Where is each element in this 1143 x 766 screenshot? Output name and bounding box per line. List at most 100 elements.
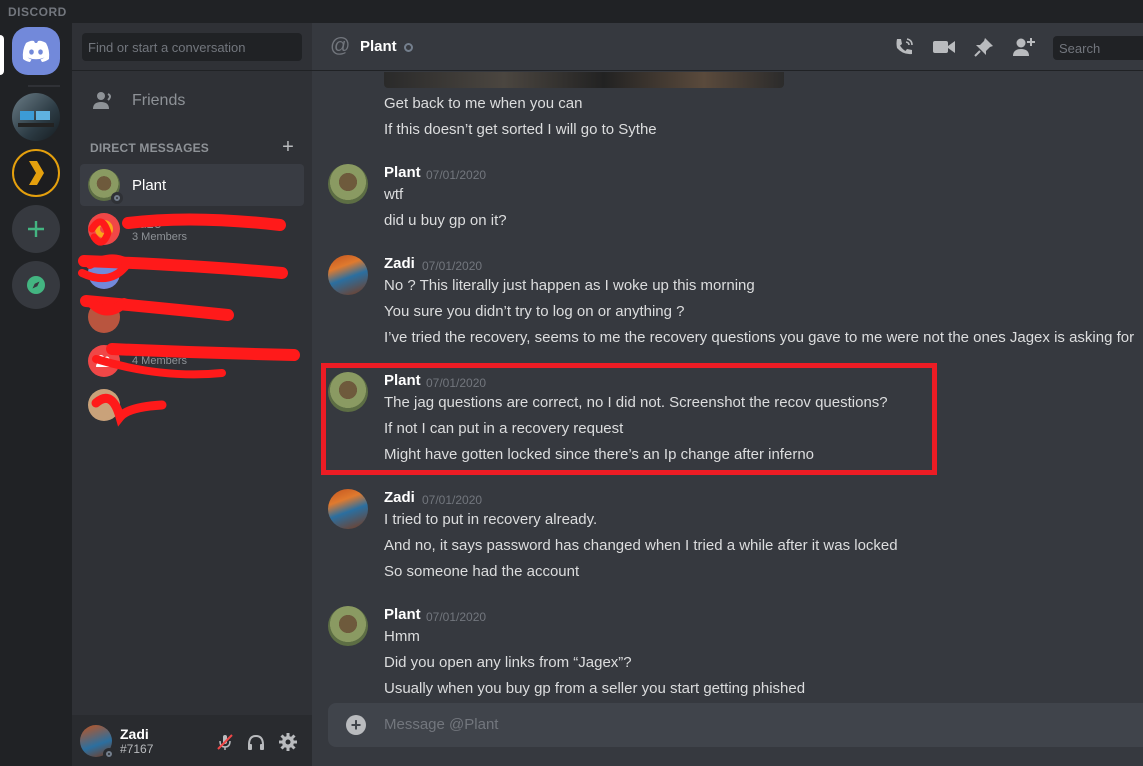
member-count: 3 Members (132, 231, 188, 243)
plus-icon (28, 221, 44, 237)
avatar[interactable] (328, 255, 368, 295)
message-text: Did you open any links from “Jagex”? (384, 654, 632, 671)
friends-icon (93, 92, 111, 109)
avatar (88, 257, 120, 289)
explore-servers-button[interactable] (12, 261, 60, 309)
user-tag: #7167 (120, 741, 154, 756)
message-text: wtf (384, 186, 404, 203)
add-user-icon (1013, 38, 1035, 56)
embedded-image[interactable] (384, 72, 784, 88)
discord-logo-icon (22, 40, 50, 62)
message-text: Get back to me when you can (384, 95, 583, 112)
message-text: So someone had the account (384, 563, 580, 580)
message-text: If this doesn’t get sorted I will go to … (384, 121, 657, 138)
user-panel: Zadi #7167 (72, 715, 312, 766)
app-brand: DISCORD (8, 5, 67, 19)
server-icon-gaming-setup[interactable] (12, 93, 60, 141)
message-text: You sure you didn’t try to log on or any… (384, 303, 685, 320)
title-bar: DISCORD (0, 0, 1143, 23)
message-text: And no, it says password has changed whe… (384, 537, 898, 554)
avatar[interactable] (328, 606, 368, 646)
gear-icon (279, 733, 297, 751)
message-timestamp: 07/01/2020 (426, 610, 487, 624)
chat-area: @ Plant Search Get back to me when you c… (312, 23, 1143, 766)
dm-sidebar: Find or start a conversation Friends DIR… (72, 23, 312, 766)
add-friend-to-dm-button[interactable] (1012, 35, 1036, 59)
dm-name: suze (132, 215, 162, 231)
dm-item-group-2[interactable] (80, 252, 304, 294)
message-author[interactable]: Plant (384, 164, 421, 181)
message-text: No ? This literally just happen as I wok… (384, 277, 755, 294)
message-composer[interactable]: + Message @Plant (328, 703, 1143, 747)
pin-icon (974, 38, 993, 57)
compass-icon (27, 276, 45, 294)
add-server-button[interactable] (12, 205, 60, 253)
upload-plus-icon[interactable]: + (346, 715, 366, 735)
chat-header: @ Plant Search (312, 23, 1143, 71)
dm-item-group-1[interactable]: suze 3 Members (80, 208, 304, 250)
offline-status-icon (404, 43, 413, 52)
message-timestamp: 07/01/2020 (426, 168, 487, 182)
group-icon (95, 220, 113, 238)
user-avatar[interactable] (80, 724, 115, 760)
group-avatar (88, 345, 120, 377)
message-list: Get back to me when you can If this does… (312, 72, 1143, 702)
chat-search-input[interactable]: Search (1053, 36, 1143, 60)
message-text: I’ve tried the recovery, seems to me the… (384, 329, 1135, 346)
offline-status-icon (111, 192, 123, 204)
headphones-icon (248, 734, 264, 750)
server-image-icon (18, 111, 54, 127)
message-input[interactable]: Message @Plant (384, 716, 498, 733)
microphone-muted-icon (217, 734, 233, 750)
at-icon: @ (330, 35, 351, 57)
pinned-messages-button[interactable] (972, 35, 996, 59)
friends-nav-item[interactable]: Friends (80, 83, 304, 119)
user-settings-button[interactable] (278, 732, 298, 752)
avatar (88, 301, 120, 333)
message-text: Hmm (384, 628, 420, 645)
dm-name: Plant (132, 176, 167, 194)
chevron-right-icon (29, 161, 44, 185)
find-conversation-input[interactable]: Find or start a conversation (82, 33, 302, 61)
member-count: 4 Members (132, 355, 188, 367)
create-dm-button[interactable]: + (282, 137, 294, 157)
message-author[interactable]: Plant (384, 606, 421, 623)
friends-label: Friends (132, 92, 186, 109)
dm-item-group-4[interactable]: 4 Members (80, 340, 304, 382)
message-author[interactable]: Zadi (384, 255, 415, 272)
selected-indicator (0, 35, 4, 75)
avatar (88, 389, 120, 421)
group-avatar (88, 213, 120, 245)
group-icon (96, 355, 112, 367)
video-camera-icon (933, 41, 955, 53)
sidebar-search-bar: Find or start a conversation (72, 23, 312, 71)
offline-status-icon (103, 747, 115, 760)
channel-title: Plant (360, 38, 397, 55)
avatar (88, 169, 123, 204)
direct-messages-header: DIRECT MESSAGES + (90, 137, 294, 157)
avatar[interactable] (328, 489, 368, 529)
message-text: Usually when you buy gp from a seller yo… (384, 680, 806, 697)
message-timestamp: 07/01/2020 (422, 493, 483, 507)
home-button[interactable] (12, 27, 60, 75)
dm-item-plant[interactable]: Plant (80, 164, 304, 206)
server-rail (0, 23, 72, 766)
deafen-button[interactable] (246, 732, 266, 752)
message-author[interactable]: Zadi (384, 489, 415, 506)
message-text: did u buy gp on it? (384, 212, 507, 229)
username: Zadi (120, 725, 149, 742)
dm-item-user-5[interactable] (80, 384, 304, 426)
mute-button[interactable] (215, 732, 235, 752)
start-video-call-button[interactable] (932, 35, 956, 59)
rail-separator (28, 85, 60, 87)
start-voice-call-button[interactable] (892, 35, 916, 59)
message-timestamp: 07/01/2020 (422, 259, 483, 273)
red-highlight-box (321, 363, 937, 475)
discord-app: DISCORD Find or start a conversation Fri… (0, 0, 1143, 766)
avatar[interactable] (328, 164, 368, 204)
dm-item-user-3[interactable] (80, 296, 304, 338)
server-icon-plex[interactable] (12, 149, 60, 197)
dm-header-label: DIRECT MESSAGES (90, 141, 210, 155)
phone-call-icon (896, 38, 913, 55)
message-text: I tried to put in recovery already. (384, 511, 598, 528)
